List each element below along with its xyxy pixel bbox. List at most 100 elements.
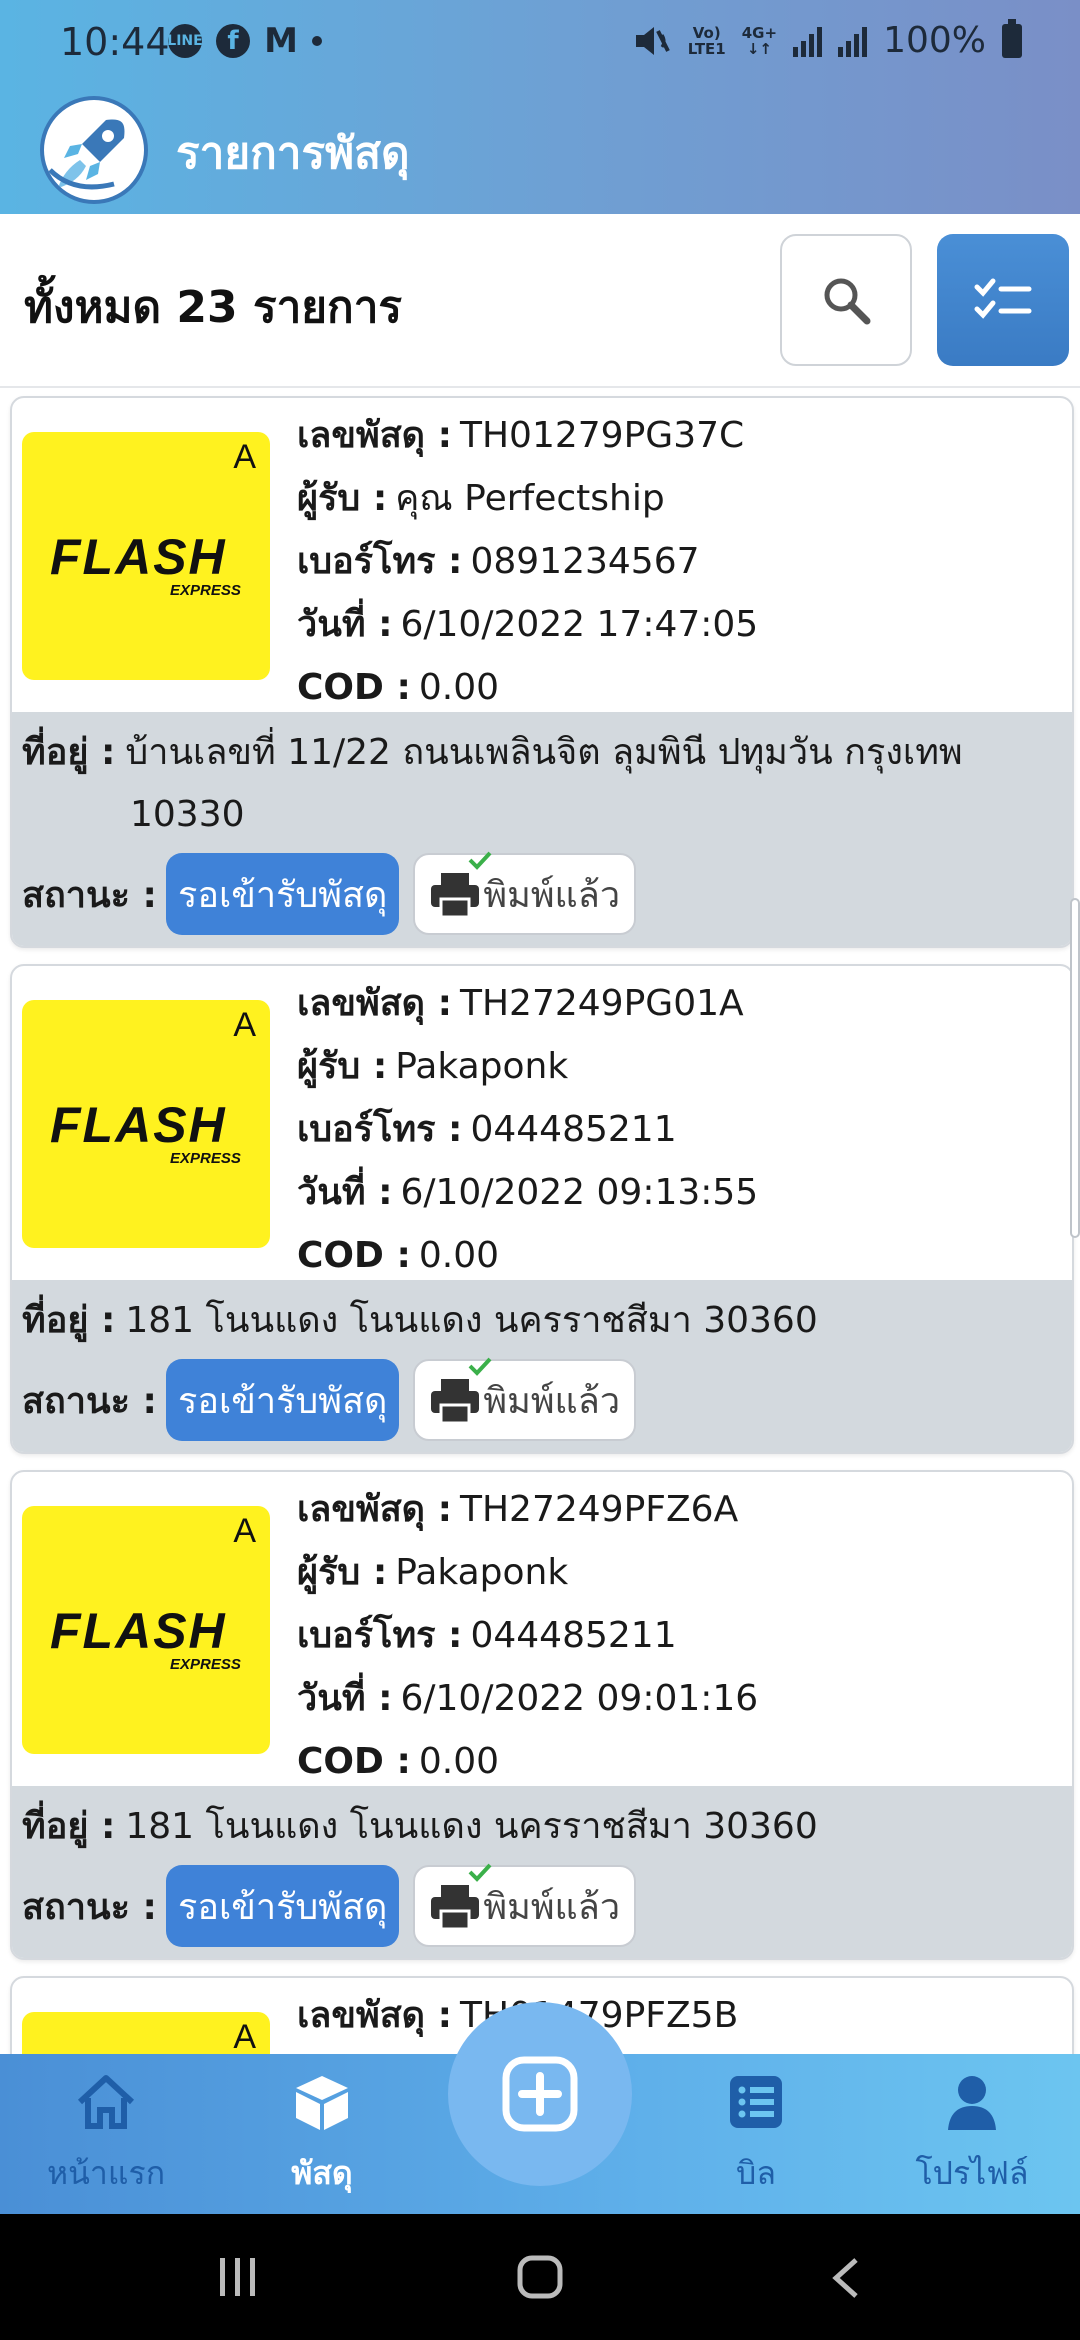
parcel-card-footer: ที่อยู่ :181 โนนแดง โนนแดง นครราชสีมา 30… (12, 1280, 1072, 1452)
cod-row: COD :0.00 (297, 667, 499, 708)
cod-amount: 0.00 (418, 1741, 499, 1782)
plus-icon (502, 2056, 578, 2132)
recipient-name: Pakaponk (395, 1552, 569, 1593)
printed-check-icon (468, 851, 492, 870)
tracking-number: TH01279PG37C (460, 415, 745, 456)
parcel-info: เลขพัสดุ : TH01279PG37C ผู้รับ : คุณ Perfe… (297, 404, 758, 719)
recipient-name: Pakaponk (395, 1046, 569, 1087)
nav-profile-label: โปรไฟล์ (915, 2154, 1029, 2192)
status-badge[interactable]: รอเข้ารับพัสดุ (166, 1359, 400, 1441)
tracking-row: เลขพัสดุ : TH01279PG37C (297, 415, 745, 456)
app-logo (40, 96, 148, 204)
parcel-card-details: A FLASH EXPRESS เลขพัสดุ : TH27249PFZ6A ผ… (12, 1472, 1072, 1786)
line-notification-icon: LINE (167, 24, 203, 58)
cod-row: COD :0.00 (297, 1741, 499, 1782)
recipient-name: คุณ Perfectship (395, 478, 665, 519)
parcel-card-details: A FLASH EXPRESS เลขพัสดุ : TH01279PG37C ผ… (12, 398, 1072, 712)
parcel-date: 6/10/2022 09:13:55 (400, 1172, 759, 1213)
flash-express-logo: A (22, 2012, 270, 2054)
app-header: 10:44 LINE f M Vo) LTE1 4G+ ↓↑ 100% รายก… (0, 0, 1080, 214)
search-button[interactable] (780, 234, 912, 366)
phone-row: เบอร์โทร :044485211 (297, 1615, 677, 1656)
parcel-info: เลขพัสดุ : TH27249PFZ6A ผู้รับ : Pakaponk … (297, 1478, 758, 1793)
logo-grade: A (233, 1512, 256, 1550)
box-icon (296, 2076, 348, 2130)
address-row: ที่อยู่ : บ้านเลขที่ 11/22 ถนนเพลินจิต ลุ… (22, 732, 963, 835)
print-status-label: พิมพ์แล้ว (483, 874, 621, 916)
tracking-row: เลขพัสดุ : TH27249PFZ6A (297, 1489, 739, 1530)
printed-check-icon (468, 1863, 492, 1882)
date-row: วันที่ :6/10/2022 09:13:55 (297, 1172, 759, 1213)
cod-amount: 0.00 (418, 667, 499, 708)
print-button[interactable]: พิมพ์แล้ว (413, 1357, 637, 1441)
gmail-notification-icon: M (264, 21, 298, 61)
nav-bills[interactable]: บิล (666, 2072, 846, 2199)
parcel-card[interactable]: A FLASH EXPRESS เลขพัสดุ : TH01279PG37C ผ… (10, 396, 1074, 948)
status-badge[interactable]: รอเข้ารับพัสดุ (166, 853, 400, 935)
cod-amount: 0.00 (418, 1235, 499, 1276)
volte-indicator: Vo) LTE1 (687, 23, 726, 58)
home-system-icon[interactable] (516, 2254, 564, 2300)
print-status-label: พิมพ์แล้ว (483, 1886, 621, 1928)
recipient-row: ผู้รับ : คุณ Perfectship (297, 478, 665, 519)
add-parcel-button[interactable] (448, 2002, 632, 2186)
parcel-card[interactable]: A FLASH EXPRESS เลขพัสดุ : TH27249PG01A ผ… (10, 964, 1074, 1454)
status-row: สถานะ : รอเข้ารับพัสดุ พิมพ์แล้ว (22, 1352, 1062, 1448)
back-icon[interactable] (828, 2256, 862, 2300)
logo-flash-text: FLASH (50, 1603, 227, 1659)
facebook-notification-icon: f (216, 24, 250, 58)
status-bar: 10:44 LINE f M Vo) LTE1 4G+ ↓↑ 100% (0, 0, 1080, 84)
flash-express-logo: A FLASH EXPRESS (22, 1506, 270, 1754)
status-row: สถานะ : รอเข้ารับพัสดุ พิมพ์แล้ว (22, 1858, 1062, 1954)
parcel-info: เลขพัสดุ : TH27249PG01A ผู้รับ : Pakaponk … (297, 972, 758, 1287)
phone-number: 044485211 (470, 1615, 677, 1656)
print-button[interactable]: พิมพ์แล้ว (413, 1863, 637, 1947)
person-icon (948, 2076, 996, 2130)
address-row: ที่อยู่ :181 โนนแดง โนนแดง นครราชสีมา 30… (22, 1806, 818, 1847)
phone-number: 044485211 (470, 1109, 677, 1150)
search-icon (824, 278, 871, 325)
nav-home[interactable]: หน้าแรก (16, 2072, 196, 2199)
logo-express-text: EXPRESS (170, 582, 241, 599)
multi-select-button[interactable] (937, 234, 1069, 366)
recipient-row: ผู้รับ : Pakaponk (297, 1046, 569, 1087)
print-status-label: พิมพ์แล้ว (483, 1380, 621, 1422)
checklist-icon (974, 278, 1032, 319)
status-time: 10:44 (60, 20, 170, 64)
nav-parcels-label: พัสดุ (291, 2154, 353, 2192)
nav-profile[interactable]: โปรไฟล์ (882, 2072, 1062, 2199)
data-indicator: 4G+ ↓↑ (741, 23, 778, 58)
list-icon (730, 2076, 782, 2128)
logo-grade: A (233, 1006, 256, 1044)
printer-icon (431, 873, 480, 919)
nav-home-label: หน้าแรก (46, 2154, 166, 2192)
logo-express-text: EXPRESS (170, 1150, 241, 1167)
phone-number: 0891234567 (470, 541, 700, 582)
phone-row: เบอร์โทร :044485211 (297, 1109, 677, 1150)
print-button[interactable]: พิมพ์แล้ว (413, 851, 637, 935)
parcel-card-details: A FLASH EXPRESS เลขพัสดุ : TH27249PG01A ผ… (12, 966, 1072, 1280)
logo-grade: A (233, 2018, 256, 2054)
home-icon (77, 2075, 135, 2129)
battery-icon (1002, 18, 1022, 58)
nav-parcels[interactable]: พัสดุ (232, 2072, 412, 2199)
signal-1-icon (793, 25, 823, 57)
signal-2-icon (838, 25, 868, 57)
parcel-date: 6/10/2022 17:47:05 (400, 604, 759, 645)
system-navigation-bar (0, 2214, 1080, 2340)
logo-grade: A (233, 438, 256, 476)
rocket-icon (48, 119, 125, 190)
date-row: วันที่ :6/10/2022 17:47:05 (297, 604, 759, 645)
list-toolbar: ทั้งหมด 23 รายการ (0, 214, 1080, 388)
parcel-card[interactable]: A FLASH EXPRESS เลขพัสดุ : TH27249PFZ6A ผ… (10, 1470, 1074, 1960)
more-notifications-icon (312, 36, 322, 46)
status-badge[interactable]: รอเข้ารับพัสดุ (166, 1865, 400, 1947)
phone-row: เบอร์โทร :0891234567 (297, 541, 700, 582)
parcel-list[interactable]: A FLASH EXPRESS เลขพัสดุ : TH01279PG37C ผ… (0, 390, 1080, 2054)
page-title: รายการพัสดุ (176, 128, 410, 179)
recent-apps-icon[interactable] (216, 2256, 260, 2298)
tracking-row: เลขพัสดุ : TH27249PG01A (297, 983, 744, 1024)
nav-bills-label: บิล (736, 2154, 776, 2192)
parcel-address: 181 โนนแดง โนนแดง นครราชสีมา 30360 (125, 1806, 818, 1847)
scrollbar[interactable] (1070, 898, 1080, 1238)
